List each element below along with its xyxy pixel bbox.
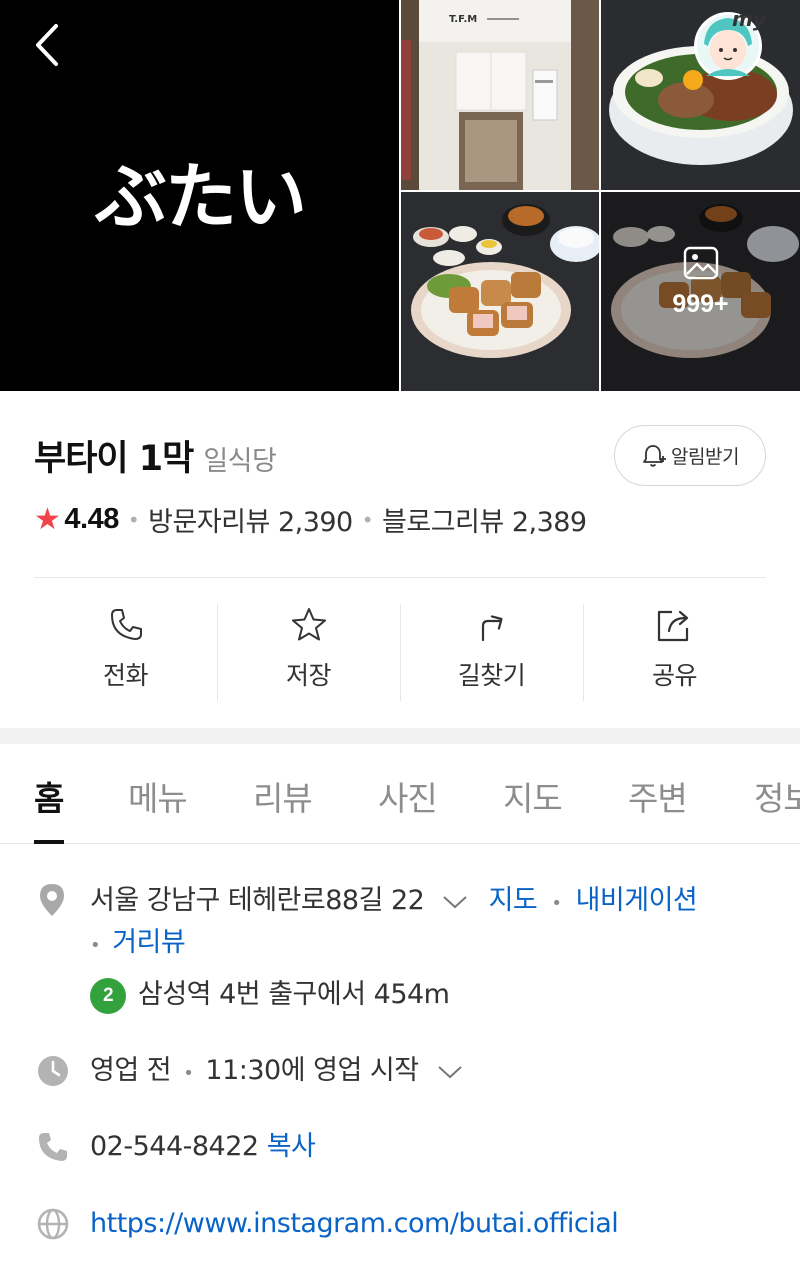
tab-info[interactable]: 정보: [754, 772, 800, 820]
separator-dot: •: [361, 507, 374, 532]
my-profile-button[interactable]: my: [690, 6, 770, 82]
call-label: 전화: [102, 661, 149, 690]
phone-icon: [39, 1133, 67, 1161]
phone-number[interactable]: 02-544-8422: [90, 1131, 259, 1162]
separator-dot: •: [90, 935, 101, 956]
tab-home[interactable]: 홈: [34, 772, 64, 820]
chevron-down-icon[interactable]: [437, 1064, 463, 1080]
logo-text: ぶたい: [94, 155, 305, 239]
call-button[interactable]: 전화: [34, 604, 217, 701]
more-photos-tile[interactable]: 999+: [601, 192, 800, 391]
tab-reviews[interactable]: 리뷰: [253, 772, 313, 820]
storefront-sign: T.F.M: [449, 14, 477, 25]
map-link[interactable]: 지도: [489, 885, 538, 916]
website-link[interactable]: https://www.instagram.com/butai.official: [90, 1208, 619, 1239]
directions-label: 길찾기: [457, 661, 526, 690]
hours-status: 영업 전: [90, 1055, 172, 1086]
blog-reviews-link[interactable]: 블로그리뷰 2,389: [382, 500, 587, 539]
globe-icon: [37, 1208, 69, 1240]
clock-icon: [38, 1056, 68, 1086]
rating-row: ★ 4.48 • 방문자리뷰 2,390 • 블로그리뷰 2,389: [34, 500, 587, 539]
avatar-icon: my: [694, 7, 767, 80]
active-tab-indicator: [34, 840, 64, 844]
navigation-link[interactable]: 내비게이션: [576, 885, 698, 916]
phone-icon: [110, 609, 142, 640]
subway-row: 2 삼성역 4번 출구에서 454m: [0, 974, 800, 1016]
rating-score: 4.48: [64, 503, 119, 535]
separator-dot: •: [183, 1063, 194, 1084]
my-badge: my: [732, 7, 767, 31]
separator-dot: •: [551, 893, 562, 914]
rating-star-icon: ★: [34, 502, 61, 537]
more-photos-count: 999+: [672, 290, 729, 318]
visitor-reviews-link[interactable]: 방문자리뷰 2,390: [148, 500, 353, 539]
katsu-set-photo[interactable]: [401, 192, 599, 391]
chevron-down-icon[interactable]: [442, 894, 468, 910]
hours-text: 11:30에 영업 시작: [205, 1055, 419, 1086]
directions-button[interactable]: 길찾기: [400, 604, 583, 701]
website-row: https://www.instagram.com/butai.official: [0, 1203, 800, 1245]
subway-text: 삼성역 4번 출구에서 454m: [138, 979, 450, 1010]
share-label: 공유: [651, 661, 698, 690]
notification-button[interactable]: 알림받기: [614, 425, 766, 486]
more-photos-label: 999+: [601, 246, 800, 319]
action-bar: 전화 저장 길찾기 공유: [34, 604, 766, 701]
divider: [34, 577, 766, 578]
share-icon: [657, 610, 688, 642]
photo-gallery: ぶたい T.F.M 999+ my: [0, 0, 800, 391]
subway-line-badge: 2: [90, 977, 126, 1014]
image-icon: [683, 246, 718, 280]
place-name: 부타이 1막: [34, 439, 194, 479]
tab-nearby[interactable]: 주변: [628, 772, 688, 820]
notification-label: 알림받기: [671, 446, 739, 468]
back-button[interactable]: [30, 22, 70, 68]
chevron-left-icon: [36, 24, 58, 66]
bell-plus-icon: [643, 444, 667, 467]
tab-map[interactable]: 지도: [503, 772, 563, 820]
tab-menu[interactable]: 메뉴: [128, 772, 188, 820]
hours-row[interactable]: 영업 전 • 11:30에 영업 시작: [0, 1050, 800, 1092]
storefront-photo[interactable]: T.F.M: [401, 0, 599, 190]
roadview-link[interactable]: 거리뷰: [112, 927, 186, 958]
section-separator: [0, 728, 800, 744]
save-button[interactable]: 저장: [217, 604, 400, 701]
copy-phone-button[interactable]: 복사: [267, 1131, 316, 1162]
title-row: 부타이 1막 일식당: [34, 430, 277, 481]
location-pin-icon: [40, 884, 64, 916]
star-icon: [291, 608, 326, 641]
tab-bar: 홈 메뉴 리뷰 사진 지도 주변 정보: [0, 744, 800, 844]
separator-dot: •: [127, 507, 140, 532]
directions-icon: [481, 615, 503, 642]
phone-row: 02-544-8422 복사: [0, 1126, 800, 1168]
tab-photos[interactable]: 사진: [378, 772, 438, 820]
save-label: 저장: [285, 661, 332, 690]
share-button[interactable]: 공유: [583, 604, 766, 701]
place-category: 일식당: [203, 446, 277, 477]
address-text: 서울 강남구 테헤란로88길 22: [90, 885, 425, 916]
